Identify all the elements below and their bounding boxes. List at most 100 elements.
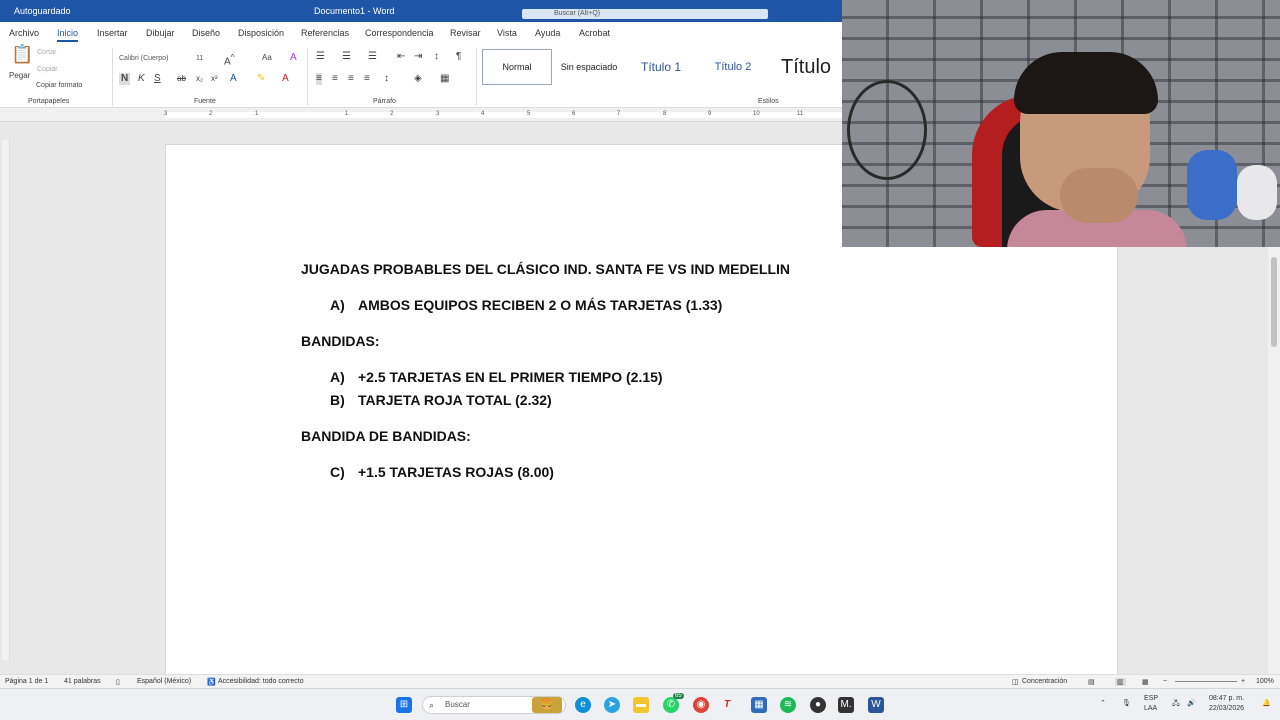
language-status[interactable]: Español (México) xyxy=(137,678,191,685)
align-left-icon[interactable]: ≡ xyxy=(316,73,322,85)
language-indicator-top[interactable]: ESP xyxy=(1144,695,1158,702)
style-heading-2[interactable]: Título 2 xyxy=(698,49,768,85)
tab-inicio[interactable]: Inicio xyxy=(57,28,79,42)
multilevel-list-icon[interactable]: ☰ xyxy=(368,51,377,63)
increase-indent-icon[interactable]: ⇥ xyxy=(414,51,422,63)
tab-correspondencia[interactable]: Correspondencia xyxy=(365,28,434,38)
subscript-icon[interactable]: x₂ xyxy=(196,73,203,85)
zoom-slider[interactable] xyxy=(1175,681,1237,682)
paste-button[interactable]: Pegar xyxy=(9,70,30,82)
style-normal[interactable]: Normal xyxy=(482,49,552,85)
section-heading-bandida-de-bandidas[interactable]: BANDIDA DE BANDIDAS: xyxy=(301,428,471,444)
telegram-icon[interactable]: ➤ xyxy=(604,697,620,713)
tab-archivo[interactable]: Archivo xyxy=(9,28,39,38)
tab-acrobat[interactable]: Acrobat xyxy=(579,28,610,38)
obs-icon[interactable]: ● xyxy=(810,697,826,713)
clock-time[interactable]: 08:47 p. m. xyxy=(1209,695,1244,702)
bold-icon[interactable]: N xyxy=(119,73,131,85)
scrollbar-thumb[interactable] xyxy=(1271,257,1277,347)
grow-font-icon[interactable]: A^ xyxy=(224,51,235,68)
zoom-out-icon[interactable]: − xyxy=(1163,678,1167,685)
vertical-ruler[interactable] xyxy=(2,140,10,660)
calculator-icon[interactable]: ▦ xyxy=(751,697,767,713)
strikethrough-icon[interactable]: ab xyxy=(177,73,186,85)
tab-disposicion[interactable]: Disposición xyxy=(238,28,284,38)
style-heading-1[interactable]: Título 1 xyxy=(626,49,696,85)
paste-icon[interactable]: 📋 xyxy=(11,45,33,63)
decrease-indent-icon[interactable]: ⇤ xyxy=(397,51,405,63)
shading-icon[interactable]: ◈ xyxy=(414,73,422,85)
accessibility-status[interactable]: Accesibilidad: todo correcto xyxy=(218,678,304,685)
tab-ayuda[interactable]: Ayuda xyxy=(535,28,560,38)
document-title-line[interactable]: JUGADAS PROBABLES DEL CLÁSICO IND. SANTA… xyxy=(301,261,790,277)
tab-vista[interactable]: Vista xyxy=(497,28,517,38)
change-case-icon[interactable]: Aa xyxy=(262,52,272,64)
bullets-icon[interactable]: ☰ xyxy=(316,51,325,63)
borders-icon[interactable]: ▦ xyxy=(440,73,449,85)
edge-icon[interactable]: e xyxy=(575,697,591,713)
chrome-icon[interactable]: ◉ xyxy=(693,697,709,713)
font-name-select[interactable]: Calibri (Cuerpo) xyxy=(119,53,168,65)
typora-icon[interactable]: T xyxy=(719,697,735,713)
list-item[interactable]: +1.5 TARJETAS ROJAS (8.00) xyxy=(358,464,554,480)
show-marks-icon[interactable]: ¶ xyxy=(456,51,461,63)
tab-referencias[interactable]: Referencias xyxy=(301,28,349,38)
list-item[interactable]: TARJETA ROJA TOTAL (2.32) xyxy=(358,392,552,408)
italic-icon[interactable]: K xyxy=(138,73,145,85)
align-right-icon[interactable]: ≡ xyxy=(348,73,354,85)
font-size-select[interactable]: 11 xyxy=(196,53,203,65)
read-mode-icon[interactable]: ▤ xyxy=(1088,678,1095,686)
highlight-icon[interactable]: ✎ xyxy=(257,73,265,85)
style-title[interactable]: Título xyxy=(770,49,842,85)
text-effects-icon[interactable]: A xyxy=(230,73,237,85)
web-layout-icon[interactable]: ▦ xyxy=(1142,678,1149,686)
m-app-icon[interactable]: M. xyxy=(838,697,854,713)
underline-icon[interactable]: S xyxy=(154,73,161,85)
tab-insertar[interactable]: Insertar xyxy=(97,28,128,38)
list-item[interactable]: +2.5 TARJETAS EN EL PRIMER TIEMPO (2.15) xyxy=(358,369,663,385)
widgets-icon[interactable]: 🍔 xyxy=(532,697,562,713)
proofing-icon[interactable]: ▯ xyxy=(116,678,120,686)
focus-icon[interactable]: ◫ xyxy=(1012,678,1019,686)
tab-dibujar[interactable]: Dibujar xyxy=(146,28,175,38)
sort-icon[interactable]: ↕ xyxy=(434,51,439,63)
language-indicator-bottom[interactable]: LAA xyxy=(1144,705,1157,712)
zoom-level[interactable]: 100% xyxy=(1256,678,1274,685)
clear-format-icon[interactable]: A xyxy=(290,52,297,64)
vertical-scrollbar[interactable] xyxy=(1268,247,1280,674)
list-item[interactable]: AMBOS EQUIPOS RECIBEN 2 O MÁS TARJETAS (… xyxy=(358,297,722,313)
page-count[interactable]: Página 1 de 1 xyxy=(5,678,48,685)
tab-diseno[interactable]: Diseño xyxy=(192,28,220,38)
horizontal-ruler[interactable]: 3 2 1 1 2 3 4 5 6 7 8 9 10 11 xyxy=(0,108,842,122)
justify-icon[interactable]: ≡ xyxy=(364,73,370,85)
accessibility-icon[interactable]: ♿ xyxy=(207,678,216,686)
cut-button[interactable]: Cortar xyxy=(37,47,56,59)
autosave-label[interactable]: Autoguardado xyxy=(14,6,71,16)
format-painter-button[interactable]: Copiar formato xyxy=(36,80,82,92)
windows-start-icon[interactable]: ⊞ xyxy=(396,697,412,713)
tab-revisar[interactable]: Revisar xyxy=(450,28,481,38)
whatsapp-icon[interactable]: ✆ xyxy=(663,697,679,713)
network-icon[interactable]: 🖧 xyxy=(1172,699,1180,710)
align-center-icon[interactable]: ≡ xyxy=(332,73,338,85)
focus-mode-button[interactable]: Concentración xyxy=(1022,678,1067,685)
numbering-icon[interactable]: ☰ xyxy=(342,51,351,63)
line-spacing-icon[interactable]: ↕ xyxy=(384,73,389,85)
clock-date[interactable]: 22/03/2026 xyxy=(1209,705,1244,712)
style-no-spacing[interactable]: Sin espaciado xyxy=(554,49,624,85)
notifications-icon[interactable]: 🔔 xyxy=(1262,699,1271,707)
font-color-icon[interactable]: A xyxy=(282,73,289,85)
microphone-icon[interactable]: 🎙 xyxy=(1122,699,1131,707)
tray-chevron-icon[interactable]: ⌃ xyxy=(1100,699,1106,707)
superscript-icon[interactable]: x² xyxy=(211,73,218,85)
print-layout-icon[interactable]: ▥ xyxy=(1115,678,1126,686)
file-explorer-icon[interactable]: ▬ xyxy=(633,697,649,713)
section-heading-bandidas[interactable]: BANDIDAS: xyxy=(301,333,380,349)
search-input[interactable]: Buscar (Alt+Q) xyxy=(522,9,768,19)
copy-button[interactable]: Copiar xyxy=(37,64,58,76)
zoom-in-icon[interactable]: + xyxy=(1241,678,1245,685)
word-count[interactable]: 41 palabras xyxy=(64,678,101,685)
word-icon[interactable]: W xyxy=(868,697,884,713)
volume-icon[interactable]: 🔊 xyxy=(1187,699,1196,707)
spotify-icon[interactable]: ≋ xyxy=(780,697,796,713)
